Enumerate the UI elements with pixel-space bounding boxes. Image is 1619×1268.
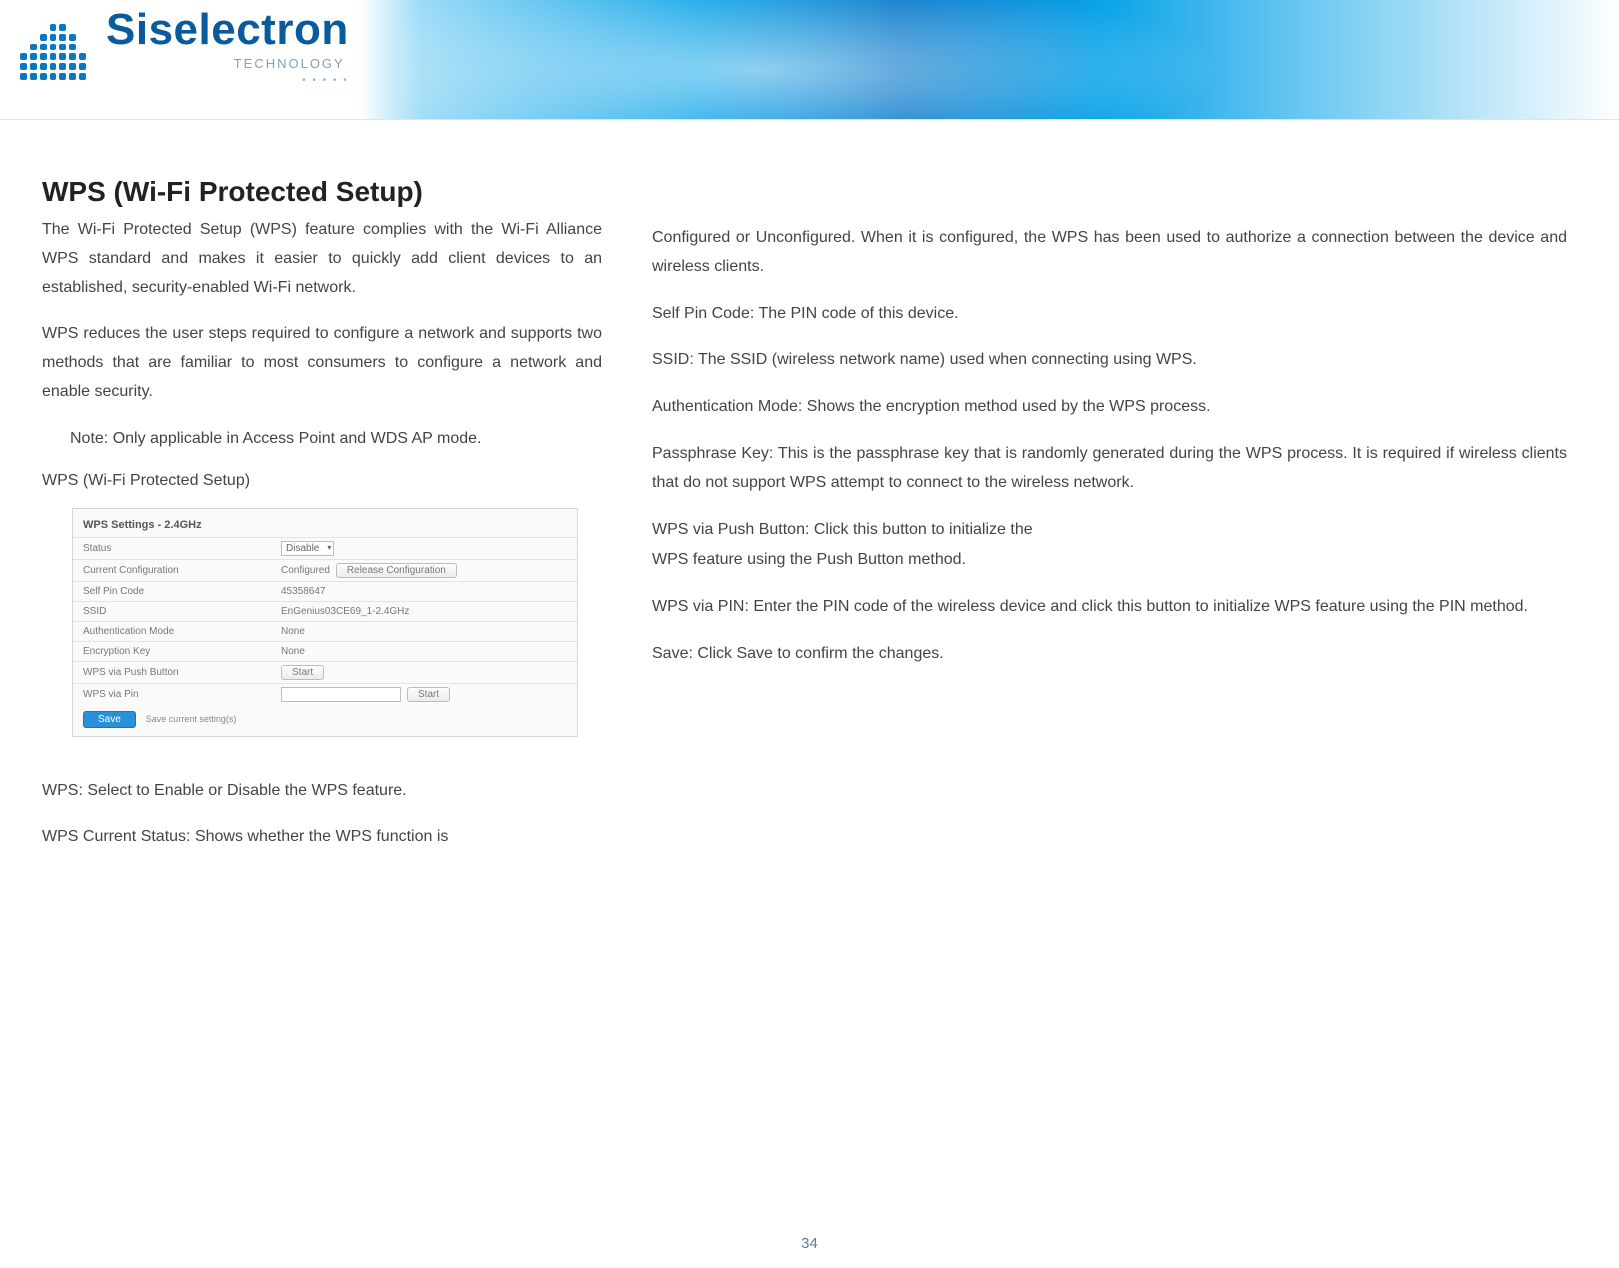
- enc-label: Encryption Key: [83, 646, 273, 657]
- brand-subtitle: TECHNOLOGY: [234, 56, 345, 71]
- cfg-label: Current Configuration: [83, 565, 273, 576]
- push-label: WPS via Push Button: [83, 667, 273, 678]
- save-note: Save current setting(s): [146, 714, 237, 724]
- r-para-1: Configured or Unconfigured. When it is c…: [652, 224, 1567, 282]
- logo-mark-icon: [14, 8, 92, 86]
- auth-label: Authentication Mode: [83, 626, 273, 637]
- r-para-auth: Authentication Mode: Shows the encryptio…: [652, 393, 1567, 422]
- row-ssid: SSID EnGenius03CE69_1-2.4GHz: [73, 601, 577, 621]
- cfg-value: Configured: [281, 565, 330, 576]
- row-wps-pin: WPS via Pin Start: [73, 683, 577, 705]
- r-para-push-a: WPS via Push Button: Click this button t…: [652, 516, 1567, 545]
- r-para-push-b: WPS feature using the Push Button method…: [652, 546, 1567, 575]
- pin-value: 45358647: [281, 586, 326, 597]
- wps-select-text: WPS: Select to Enable or Disable the WPS…: [42, 777, 602, 806]
- header-banner: Siselectron TECHNOLOGY • • • • •: [0, 0, 1619, 120]
- section-subhead: WPS (Wi-Fi Protected Setup): [42, 472, 602, 490]
- auth-value: None: [281, 626, 305, 637]
- ssid-label: SSID: [83, 606, 273, 617]
- note-text: Note: Only applicable in Access Point an…: [70, 425, 562, 454]
- pin-label: Self Pin Code: [83, 586, 273, 597]
- intro-para-1: The Wi-Fi Protected Setup (WPS) feature …: [42, 216, 602, 302]
- logo: Siselectron TECHNOLOGY • • • • •: [14, 8, 349, 86]
- wps-push-start-button[interactable]: Start: [281, 665, 324, 680]
- save-button[interactable]: Save: [83, 711, 136, 728]
- status-select[interactable]: Disable: [281, 541, 334, 556]
- wpin-label: WPS via Pin: [83, 689, 273, 700]
- page-number: 34: [0, 1235, 1619, 1252]
- row-self-pin: Self Pin Code 45358647: [73, 581, 577, 601]
- brand-dots-icon: • • • • •: [302, 75, 349, 86]
- wps-settings-heading: WPS Settings - 2.4GHz: [73, 515, 577, 537]
- r-para-pin: WPS via PIN: Enter the PIN code of the w…: [652, 593, 1567, 622]
- intro-para-2: WPS reduces the user steps required to c…: [42, 320, 602, 406]
- wps-pin-input[interactable]: [281, 687, 401, 702]
- row-status: Status Disable: [73, 537, 577, 559]
- r-para-self-pin: Self Pin Code: The PIN code of this devi…: [652, 300, 1567, 329]
- row-auth-mode: Authentication Mode None: [73, 621, 577, 641]
- wps-pin-start-button[interactable]: Start: [407, 687, 450, 702]
- wps-settings-panel: WPS Settings - 2.4GHz Status Disable Cur…: [72, 508, 578, 737]
- enc-value: None: [281, 646, 305, 657]
- status-label: Status: [83, 543, 273, 554]
- r-para-ssid: SSID: The SSID (wireless network name) u…: [652, 346, 1567, 375]
- ssid-value: EnGenius03CE69_1-2.4GHz: [281, 606, 409, 617]
- brand-name: Siselectron: [106, 8, 349, 52]
- row-enc-key: Encryption Key None: [73, 641, 577, 661]
- r-para-passphrase: Passphrase Key: This is the passphrase k…: [652, 440, 1567, 498]
- row-current-config: Current Configuration Configured Release…: [73, 559, 577, 581]
- row-push-button: WPS via Push Button Start: [73, 661, 577, 683]
- page-title: WPS (Wi-Fi Protected Setup): [42, 176, 602, 208]
- release-config-button[interactable]: Release Configuration: [336, 563, 457, 578]
- wps-current-status-text: WPS Current Status: Shows whether the WP…: [42, 823, 602, 852]
- r-para-save: Save: Click Save to confirm the changes.: [652, 640, 1567, 669]
